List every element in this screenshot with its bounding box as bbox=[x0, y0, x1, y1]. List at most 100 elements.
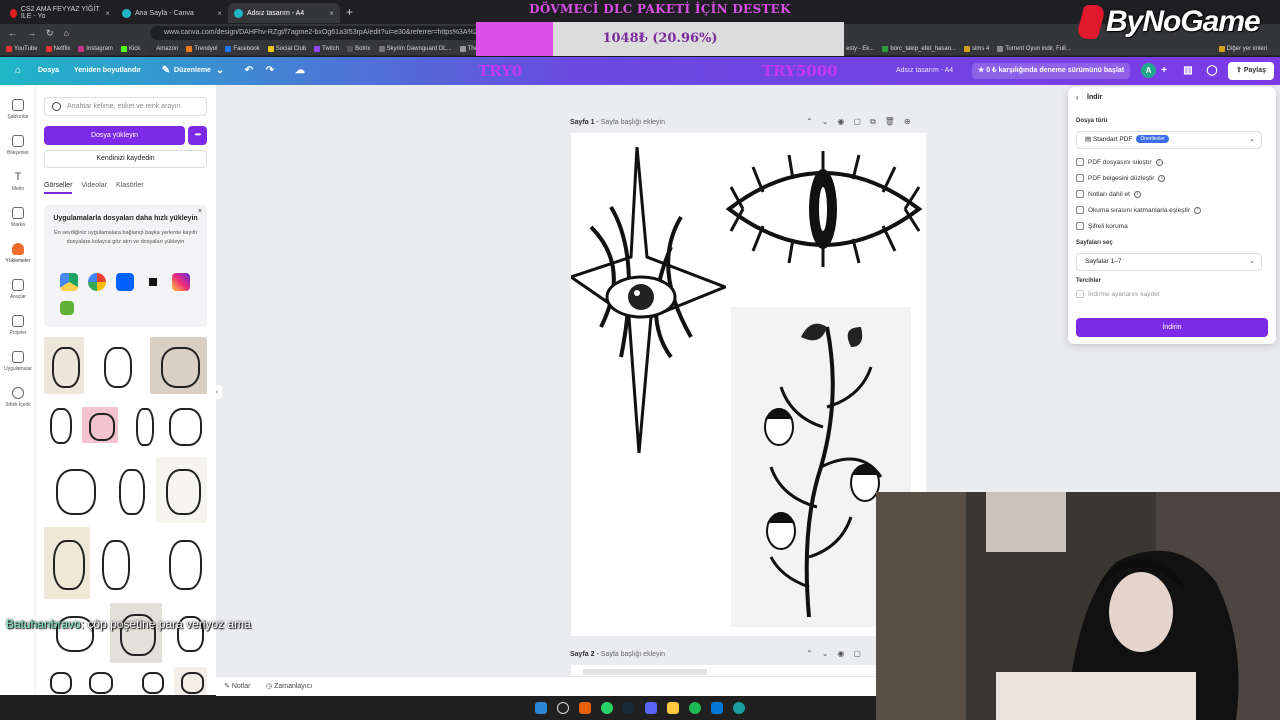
url-field[interactable]: www.canva.com/design/DAHFhv-RZgt/f7agme2… bbox=[150, 26, 480, 40]
back-icon[interactable]: ← bbox=[8, 28, 17, 38]
upload-thumbnail[interactable] bbox=[132, 399, 154, 451]
rail-item-magic[interactable]: Sihirli İçerik bbox=[0, 383, 36, 417]
chevron-down-icon[interactable]: ⌄ bbox=[822, 117, 829, 127]
bookmark-item[interactable]: esty - Ek... bbox=[846, 46, 874, 52]
bookmark-item[interactable]: borc_takip_efet_hasan... bbox=[882, 46, 956, 52]
undo-icon[interactable]: ↶ bbox=[243, 65, 255, 77]
checkbox[interactable] bbox=[1076, 174, 1084, 182]
rail-item-templates[interactable]: Şablonlar bbox=[0, 95, 36, 129]
close-icon[interactable]: × bbox=[105, 9, 110, 18]
steam-icon[interactable] bbox=[623, 702, 635, 714]
info-icon[interactable]: i bbox=[1158, 174, 1166, 182]
eye-icon[interactable]: ◉ bbox=[837, 649, 844, 658]
spiky-eye-artwork[interactable] bbox=[571, 147, 726, 457]
bookmark-item[interactable]: Skyrim Dawnguard DL... bbox=[378, 45, 452, 52]
search-icon[interactable] bbox=[557, 702, 569, 714]
editing-menu[interactable]: Düzenleme bbox=[174, 57, 211, 85]
tab-images[interactable]: Görseller bbox=[44, 182, 73, 194]
avatar[interactable]: A bbox=[1141, 63, 1156, 78]
bookmark-item[interactable]: Torrent Oyun indir, Full... bbox=[997, 46, 1071, 52]
rail-item-uploads[interactable]: Yüklemeler bbox=[0, 239, 36, 273]
option-reading-order[interactable]: Okuma sırasını katmanlarla eşleştir i bbox=[1076, 206, 1201, 214]
file-explorer-icon[interactable] bbox=[667, 702, 679, 714]
reload-icon[interactable]: ↻ bbox=[46, 28, 54, 39]
upload-files-button[interactable]: Dosya yükleyin bbox=[44, 126, 185, 145]
upload-thumbnail[interactable] bbox=[170, 607, 207, 657]
checkbox[interactable] bbox=[1076, 206, 1084, 214]
resize-menu[interactable]: Yeniden boyutlandır bbox=[74, 57, 141, 85]
tab-canva-home[interactable]: Ana Sayfa - Canva × bbox=[116, 3, 228, 23]
trash-icon[interactable]: 🗑 bbox=[885, 117, 895, 127]
rail-item-apps[interactable]: Uygulamalar bbox=[0, 347, 36, 381]
close-icon[interactable]: × bbox=[329, 9, 334, 18]
info-icon[interactable]: i bbox=[1133, 190, 1141, 198]
more-options-button[interactable]: ••• bbox=[188, 126, 207, 145]
forward-icon[interactable]: → bbox=[27, 28, 36, 38]
shopify-icon[interactable] bbox=[60, 301, 74, 315]
tab-videos[interactable]: Videolar bbox=[81, 182, 107, 194]
page2-title[interactable]: Sayfa başlığı ekleyin bbox=[601, 651, 665, 658]
bookmark-item-other[interactable]: Diğer yer imleri bbox=[1218, 46, 1267, 52]
upload-thumbnail[interactable] bbox=[44, 527, 90, 599]
checkbox[interactable] bbox=[1076, 290, 1084, 298]
page1-label[interactable]: Sayfa 1 - Sayfa başlığı ekleyin bbox=[570, 119, 665, 126]
rail-item-elements[interactable]: Bileşenler bbox=[0, 131, 36, 165]
collapse-panel-icon[interactable]: ‹ bbox=[212, 385, 222, 399]
checkbox[interactable] bbox=[1076, 190, 1084, 198]
redo-icon[interactable]: ↷ bbox=[264, 65, 276, 77]
whatsapp-icon[interactable] bbox=[601, 702, 613, 714]
upload-thumbnail[interactable] bbox=[156, 457, 207, 523]
info-icon[interactable]: i bbox=[1193, 206, 1201, 214]
bookmark-item[interactable]: Facebook bbox=[225, 45, 260, 52]
option-flatten-pdf[interactable]: PDF belgesini düzleştir i bbox=[1076, 174, 1166, 182]
page2-label[interactable]: Sayfa 2 - Sayfa başlığı ekleyin bbox=[570, 651, 665, 658]
bookmark-item[interactable]: Amazon bbox=[148, 45, 178, 52]
upload-thumbnail[interactable] bbox=[44, 337, 84, 394]
instagram-icon[interactable] bbox=[172, 273, 190, 291]
info-icon[interactable]: i bbox=[1155, 158, 1163, 166]
start-trial-button[interactable]: ★ 0 ₺ karşılığında deneme sürümünü başla… bbox=[972, 63, 1131, 79]
upload-thumbnail[interactable] bbox=[82, 407, 118, 443]
upload-thumbnail[interactable] bbox=[96, 337, 136, 394]
notes-button[interactable]: ✎ Notlar bbox=[224, 682, 251, 690]
spotify-icon[interactable] bbox=[689, 702, 701, 714]
upload-thumbnail[interactable] bbox=[110, 603, 162, 663]
comment-icon[interactable]: ◯ bbox=[1206, 65, 1218, 77]
rail-item-brand[interactable]: Marka bbox=[0, 203, 36, 237]
chart-icon[interactable]: ▥ bbox=[1182, 65, 1194, 77]
checkbox[interactable] bbox=[1076, 158, 1084, 166]
option-include-notes[interactable]: Notları dahil et i bbox=[1076, 190, 1141, 198]
upload-thumbnail[interactable] bbox=[44, 399, 74, 449]
bookmark-item[interactable]: Trendyol bbox=[186, 45, 217, 52]
option-save-settings[interactable]: İndirme ayarlarını kaydet bbox=[1076, 290, 1160, 298]
browser-icon[interactable] bbox=[733, 702, 745, 714]
clips-icon[interactable] bbox=[144, 273, 162, 291]
upload-thumbnail[interactable] bbox=[160, 527, 207, 599]
windows-start-icon[interactable] bbox=[535, 702, 547, 714]
bookmark-item[interactable]: YouTube bbox=[6, 45, 38, 52]
cloud-sync-icon[interactable]: ☁ bbox=[294, 65, 306, 77]
option-password[interactable]: Şifreli koruma bbox=[1076, 222, 1128, 230]
file-menu[interactable]: Dosya bbox=[38, 57, 59, 85]
upload-thumbnail[interactable] bbox=[136, 667, 166, 695]
lock-icon[interactable]: ▢ bbox=[853, 649, 861, 658]
duplicate-icon[interactable]: ⧉ bbox=[870, 117, 876, 127]
upload-thumbnail[interactable] bbox=[44, 667, 74, 695]
app-icon[interactable] bbox=[711, 702, 723, 714]
upload-thumbnail[interactable] bbox=[112, 457, 148, 523]
google-photos-icon[interactable] bbox=[88, 273, 106, 291]
back-icon[interactable]: ‹ bbox=[1076, 93, 1079, 102]
upload-thumbnail[interactable] bbox=[44, 457, 104, 523]
upload-thumbnail[interactable] bbox=[150, 337, 207, 394]
download-button[interactable]: İndirin bbox=[1076, 318, 1268, 337]
tab-canva-design[interactable]: Adsız tasarım - A4 × bbox=[228, 3, 340, 23]
rail-item-text[interactable]: T Metin bbox=[0, 167, 36, 201]
close-icon[interactable]: × bbox=[198, 208, 202, 215]
timer-button[interactable]: ◷ Zamanlayıcı bbox=[266, 682, 312, 690]
tab-folders[interactable]: Klasörler bbox=[116, 182, 144, 194]
rail-item-projects[interactable]: Projeler bbox=[0, 311, 36, 345]
eye-icon[interactable]: ◉ bbox=[837, 117, 844, 127]
chevron-down-icon[interactable]: ⌄ bbox=[214, 65, 226, 77]
checkbox[interactable] bbox=[1076, 222, 1084, 230]
new-tab-button[interactable]: + bbox=[346, 5, 353, 19]
